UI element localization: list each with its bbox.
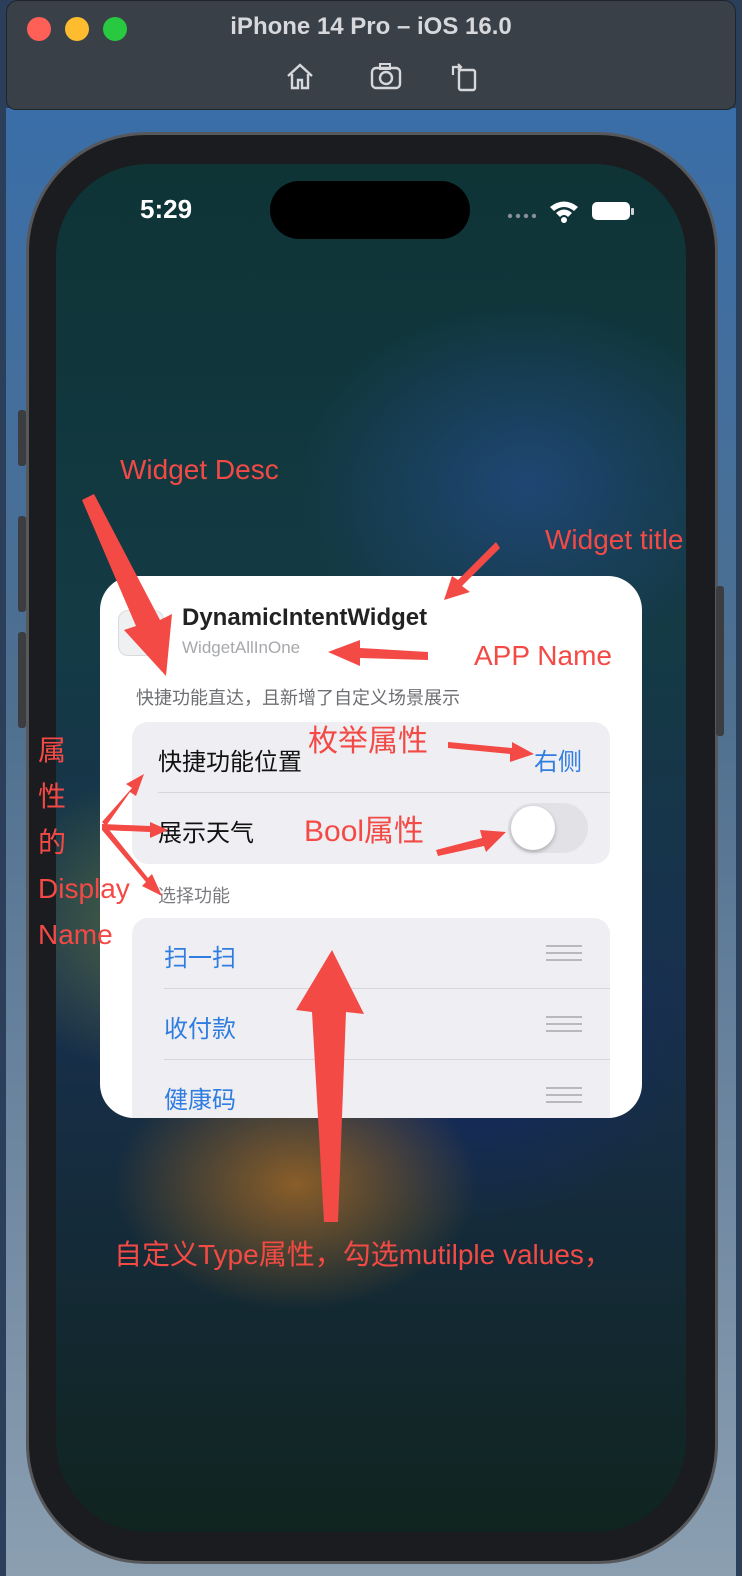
- annotation-app-name: APP Name: [474, 640, 612, 671]
- toggle-knob: [511, 806, 555, 850]
- annotation-widget-desc: Widget Desc: [120, 454, 279, 485]
- list-item[interactable]: 健康码: [132, 1060, 610, 1118]
- window-title: iPhone 14 Pro – iOS 16.0: [230, 13, 512, 40]
- annotation-line: Display: [38, 873, 130, 904]
- function-label: 扫一扫: [164, 945, 236, 972]
- reorder-handle-icon[interactable]: [546, 1087, 582, 1103]
- function-label: 健康码: [164, 1087, 236, 1114]
- volume-up-button: [18, 516, 26, 612]
- annotation-line: Name: [38, 919, 113, 950]
- status-time: 5:29: [140, 194, 193, 224]
- rotate-icon[interactable]: [447, 59, 481, 93]
- app-icon: [118, 610, 164, 656]
- annotation-line: 的: [38, 827, 67, 858]
- battery-icon: [592, 202, 634, 220]
- status-icons: [506, 198, 636, 224]
- home-icon[interactable]: [283, 59, 317, 93]
- setting-label: 展示天气: [158, 820, 254, 847]
- function-label: 收付款: [164, 1016, 236, 1043]
- setting-value[interactable]: 右侧: [534, 742, 582, 777]
- annotation-enum-attr: 枚举属性: [308, 725, 428, 758]
- wifi-icon: [550, 201, 578, 223]
- screenshot-icon[interactable]: [369, 59, 403, 93]
- widget-title: DynamicIntentWidget: [182, 604, 428, 631]
- volume-down-button: [18, 632, 26, 728]
- cellular-icon: [507, 213, 537, 219]
- power-button: [716, 586, 724, 736]
- annotation-display-name: 属 性 的 Display Name: [38, 728, 130, 958]
- dynamic-island: [270, 181, 470, 239]
- section-header: 选择功能: [158, 886, 230, 906]
- function-list: 扫一扫 收付款 健康码: [132, 918, 610, 1118]
- annotation-bool-attr: Bool属性: [304, 815, 425, 848]
- reorder-handle-icon[interactable]: [546, 1016, 582, 1032]
- list-item[interactable]: 扫一扫: [132, 918, 610, 988]
- action-button: [18, 410, 26, 466]
- widget-app-name: WidgetAllInOne: [182, 638, 301, 657]
- annotation-line: 性: [38, 781, 67, 812]
- annotation-custom-type: 自定义Type属性，勾选mutilple values，: [114, 1239, 612, 1270]
- setting-label: 快捷功能位置: [158, 749, 302, 776]
- annotation-widget-title: Widget title: [545, 524, 684, 555]
- simulator-titlebar: iPhone 14 Pro – iOS 16.0: [6, 0, 736, 110]
- widget-description: 快捷功能直达，且新增了自定义场景展示: [136, 688, 460, 708]
- reorder-handle-icon[interactable]: [546, 945, 582, 961]
- weather-toggle[interactable]: [508, 803, 588, 853]
- annotation-line: 属: [38, 735, 67, 766]
- list-item[interactable]: 收付款: [132, 989, 610, 1059]
